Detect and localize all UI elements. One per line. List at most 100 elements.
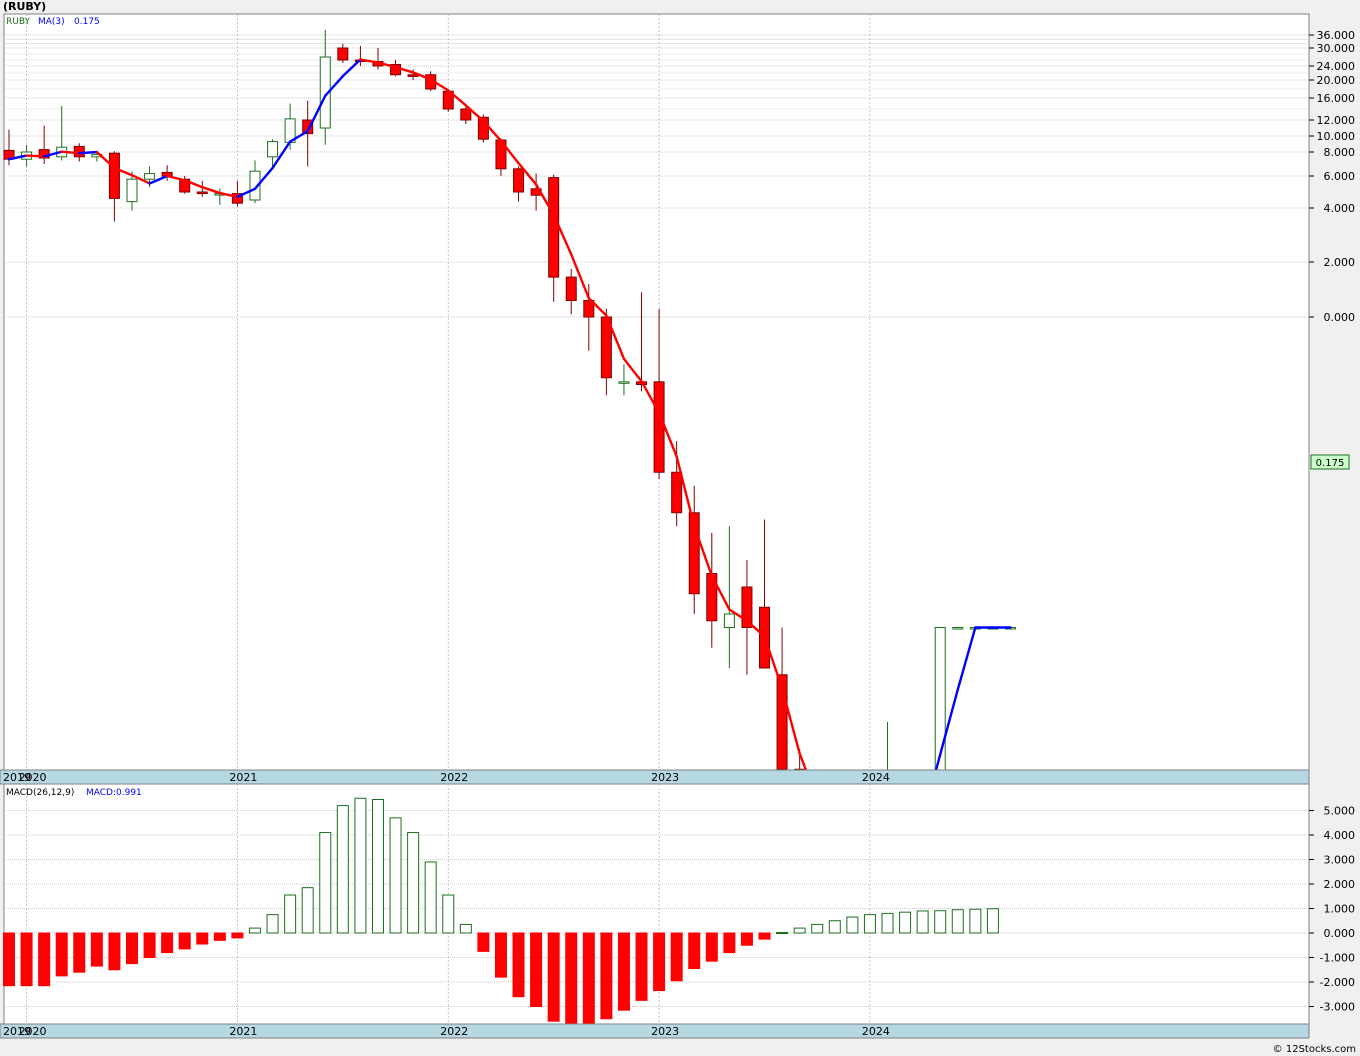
ma-segment	[78, 150, 99, 155]
candle-body	[196, 191, 208, 195]
candle-body	[565, 276, 577, 301]
macd-bar	[863, 914, 876, 934]
macd-bar	[565, 932, 578, 1026]
macd-bar	[740, 932, 753, 946]
macd-bar	[828, 920, 841, 934]
macd-bar	[512, 932, 525, 998]
macd-bar	[3, 932, 15, 987]
candle-body	[548, 177, 560, 278]
candle-body	[653, 381, 665, 473]
macd-bar	[951, 909, 964, 934]
price-y-tick-label: 16.000	[1317, 92, 1356, 105]
macd-bar	[530, 932, 543, 1007]
macd-y-tick-label: 4.000	[1324, 829, 1356, 842]
macd-bar	[670, 932, 683, 982]
copyright: © 12Stocks.com	[1272, 1044, 1356, 1055]
macd-bar	[178, 932, 191, 950]
macd-bar	[617, 932, 630, 1011]
macd-bar	[811, 923, 824, 934]
macd-bar	[424, 861, 437, 934]
candle-body	[126, 178, 138, 203]
macd-bar	[459, 923, 472, 934]
macd-bar	[108, 932, 121, 971]
price-y-tick-label: 0.000	[1324, 311, 1356, 324]
x-axis-year-label: 2024	[862, 771, 890, 784]
candle-body	[73, 145, 85, 158]
x-axis-year-label: 2021	[229, 771, 257, 784]
macd-bar	[407, 832, 420, 934]
macd-bar	[881, 912, 894, 934]
macd-bar	[934, 910, 947, 934]
macd-bar	[723, 932, 736, 954]
macd-bar	[600, 932, 613, 1020]
macd-bar	[969, 908, 982, 934]
candle-body	[460, 108, 472, 121]
macd-bar	[354, 797, 367, 934]
macd-bar	[125, 932, 138, 965]
macd-y-tick-label: -1.000	[1320, 952, 1355, 965]
chart-root: (RUBY) 36.000 30.000 24.000 20.000 16.000 12.…	[0, 0, 1360, 1056]
macd-bar	[653, 932, 666, 992]
macd-bar	[90, 932, 103, 967]
candle-body	[337, 47, 349, 61]
macd-bar	[635, 932, 648, 1001]
macd-bar	[916, 910, 929, 934]
legend-symbol: RUBY	[6, 17, 31, 27]
macd-bar	[266, 914, 279, 934]
macd-bar	[986, 908, 999, 934]
price-y-tick-label: 6.000	[1324, 170, 1356, 183]
macd-bar	[758, 932, 771, 940]
macd-y-tick-label: 3.000	[1324, 854, 1356, 867]
x-axis-year-label: 2021	[229, 1025, 257, 1038]
macd-bar	[442, 894, 455, 934]
macd-legend-name: MACD(26,12,9)	[6, 788, 74, 798]
candle-body	[618, 381, 630, 384]
macd-bar	[776, 932, 789, 935]
macd-y-tick-label: -3.000	[1320, 1001, 1355, 1014]
macd-bar	[477, 932, 490, 952]
price-y-tick-label: 20.000	[1317, 74, 1356, 87]
candle-body	[108, 152, 120, 199]
macd-bar	[688, 932, 701, 970]
chart-canvas: 36.00030.000 24.00020.000 16.000 12.000 10.0…	[0, 13, 1356, 1039]
macd-bar	[284, 894, 297, 934]
macd-bar	[301, 887, 314, 934]
price-y-tick-label: 36.000	[1317, 29, 1356, 42]
candle-body	[723, 613, 735, 628]
candle-body	[144, 173, 156, 180]
legend-ma: MA(3)	[38, 17, 65, 27]
macd-y-tick-label: 1.000	[1324, 903, 1356, 916]
macd-bar	[899, 911, 912, 934]
candle-body	[513, 168, 525, 193]
candle-body	[671, 471, 683, 514]
macd-bar	[73, 932, 86, 973]
macd-bar	[319, 832, 332, 934]
macd-bar	[38, 932, 51, 987]
macd-y-tick-label: -2.000	[1320, 976, 1355, 989]
macd-legend-value: MACD:0.991	[86, 788, 142, 798]
macd-bar	[196, 932, 209, 945]
macd-bar	[143, 932, 156, 958]
macd-y-tick-label: 0.000	[1324, 927, 1356, 940]
x-axis-year-label: 2023	[651, 771, 679, 784]
price-y-tick-label: 2.000	[1324, 256, 1356, 269]
macd-bar	[371, 798, 384, 934]
macd-bar	[248, 927, 261, 934]
macd-bar	[161, 932, 174, 954]
x-axis-year-label: 2024	[862, 1025, 890, 1038]
macd-y-tick-label: 5.000	[1324, 805, 1356, 818]
macd-bar	[336, 805, 349, 934]
price-y-tick-label: 12.000	[1317, 114, 1356, 127]
macd-bar	[846, 916, 859, 934]
ma-segment	[60, 150, 81, 155]
macd-bar	[389, 817, 402, 934]
price-y-tick-label: 4.000	[1324, 202, 1356, 215]
price-y-tick-label: 24.000	[1317, 60, 1356, 73]
last-price-label: 0.175	[1316, 458, 1345, 469]
x-axis-year-label: 2020	[19, 1025, 47, 1038]
macd-bar	[793, 927, 806, 934]
x-axis-year-label: 2020	[19, 771, 47, 784]
macd-bar	[547, 932, 560, 1022]
price-y-tick-label: 10.000	[1317, 130, 1356, 143]
ma-segment	[25, 154, 46, 158]
